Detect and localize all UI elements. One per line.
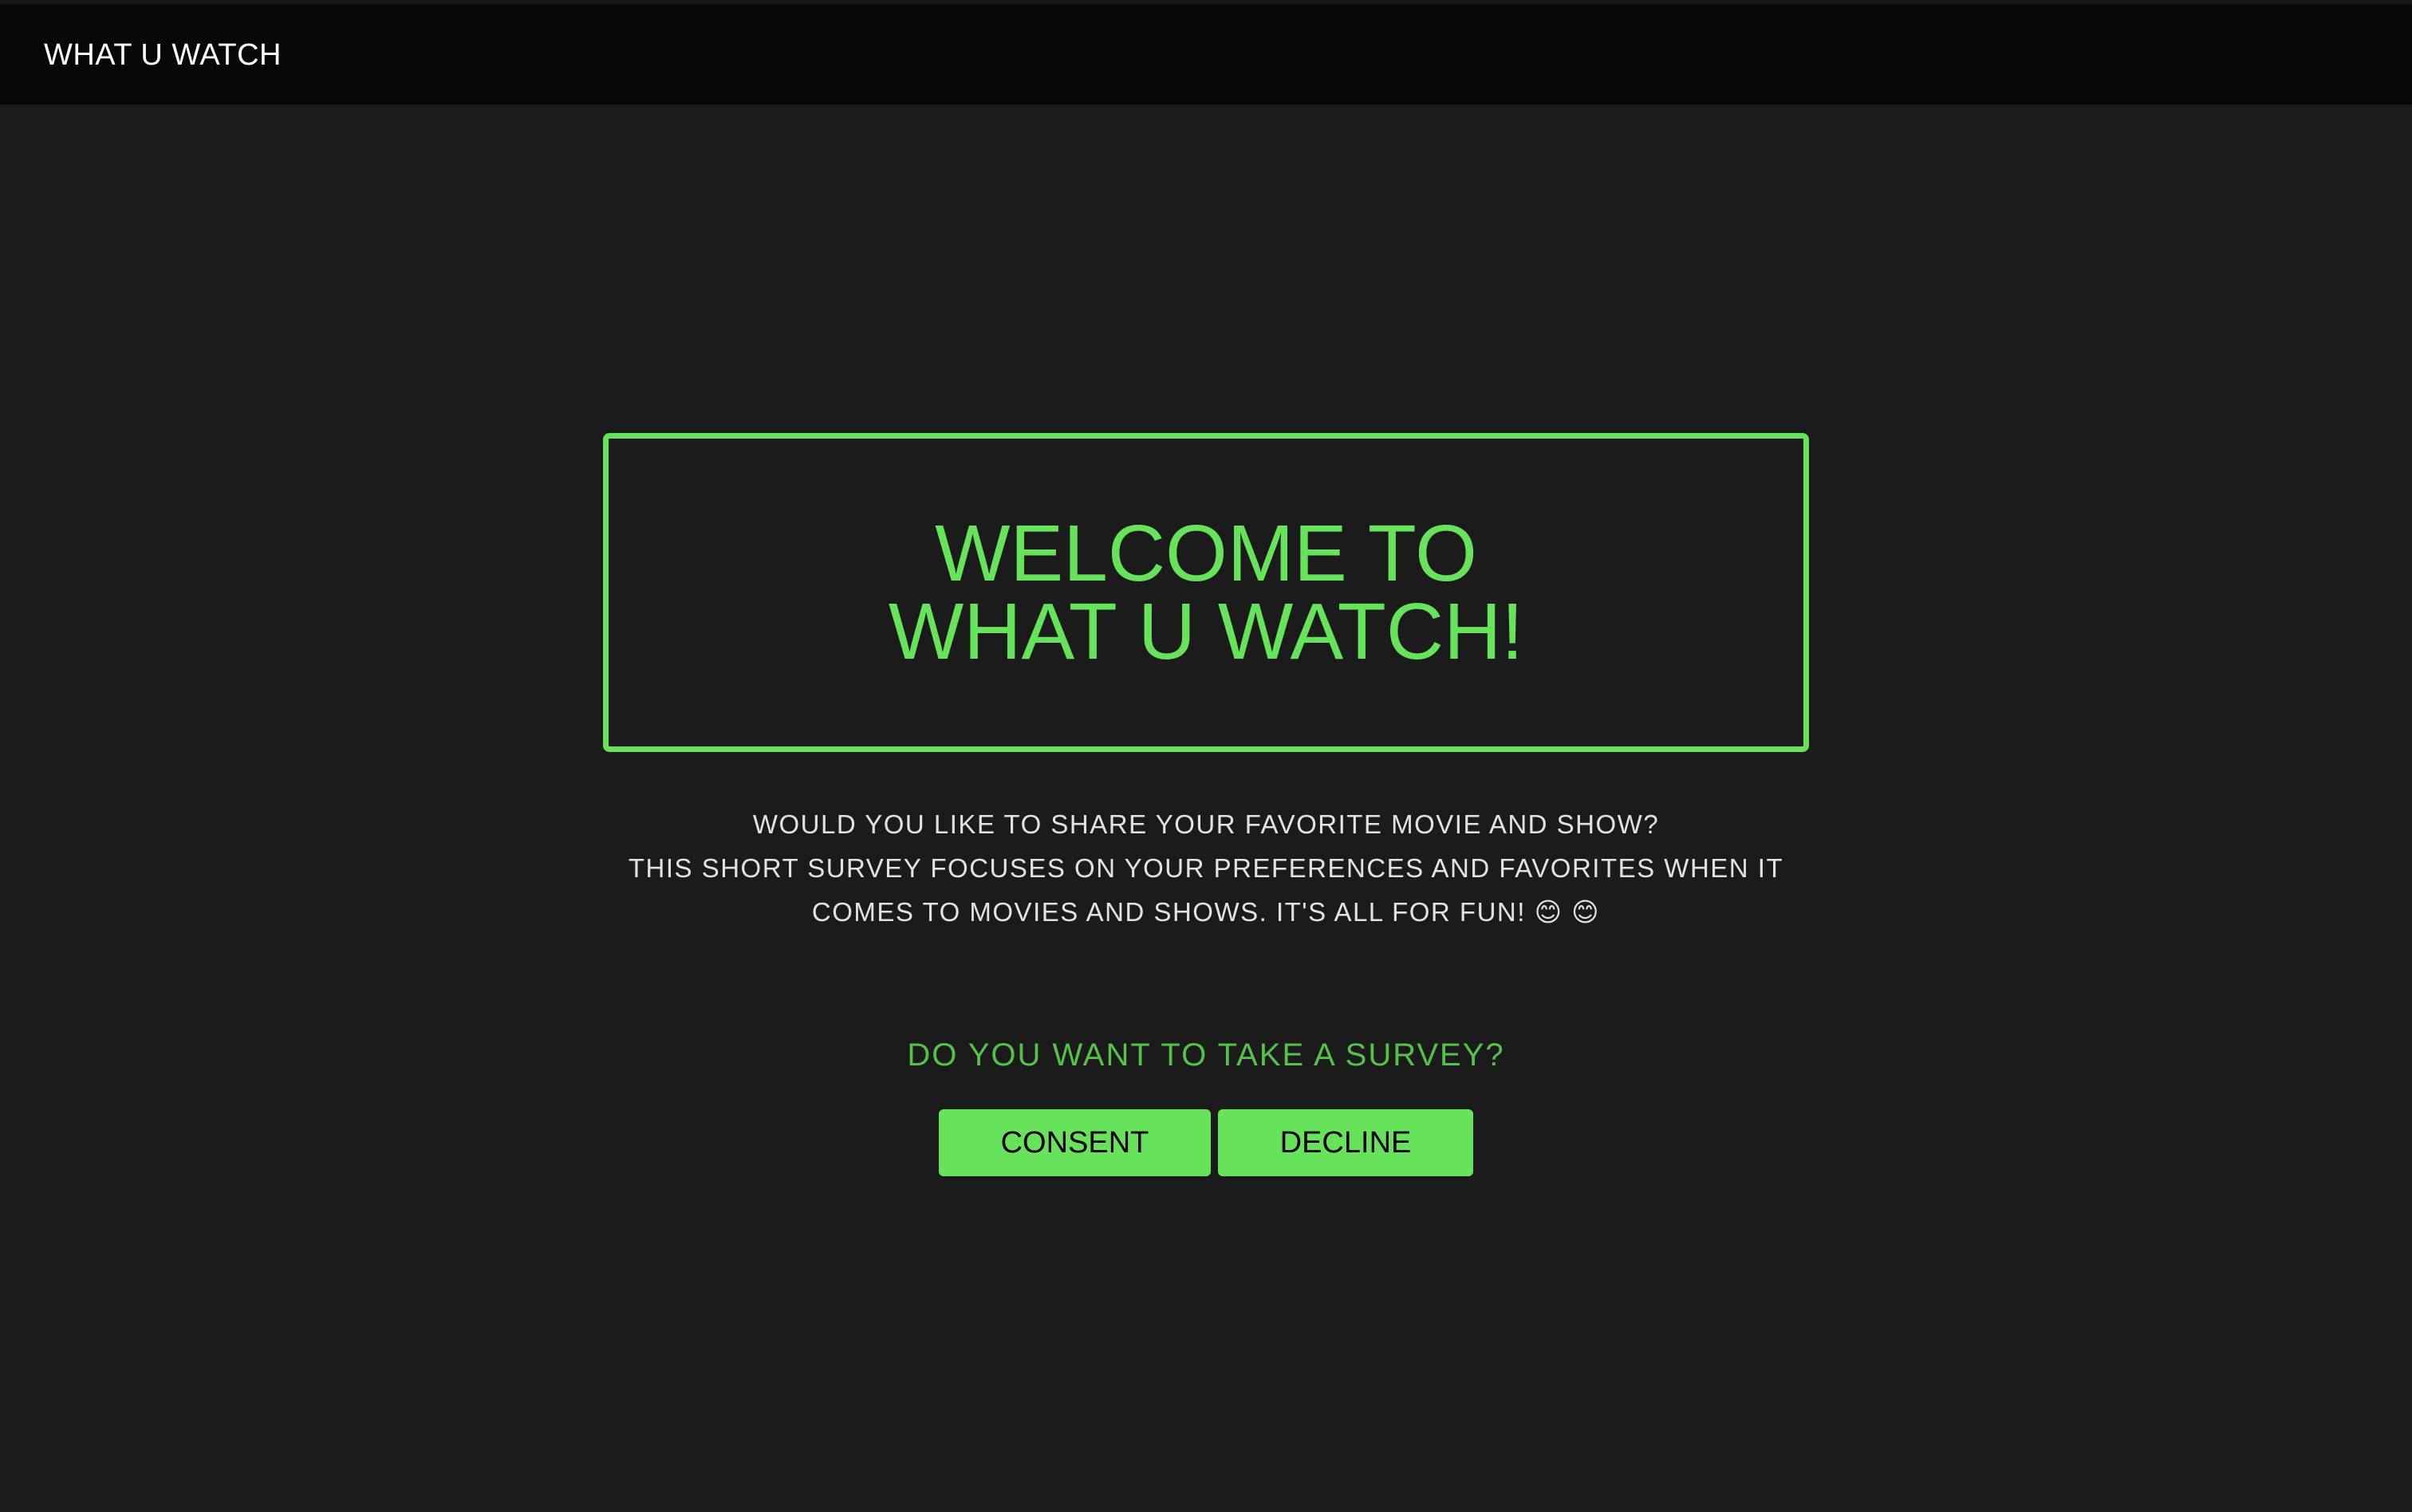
- consent-button[interactable]: CONSENT: [939, 1109, 1211, 1176]
- top-navbar: WHAT U WATCH: [0, 0, 2412, 104]
- survey-question: DO YOU WANT TO TAKE A SURVEY?: [907, 1038, 1505, 1073]
- welcome-heading-line-1: WELCOME TO: [935, 509, 1477, 598]
- welcome-banner: WELCOME TO WHAT U WATCH!: [603, 433, 1809, 752]
- description-line-2: THIS SHORT SURVEY FOCUSES ON YOUR PREFER…: [628, 853, 1784, 883]
- description-line-1: WOULD YOU LIKE TO SHARE YOUR FAVORITE MO…: [752, 809, 1660, 839]
- decline-button[interactable]: DECLINE: [1218, 1109, 1473, 1176]
- welcome-heading-line-2: WHAT U WATCH!: [888, 587, 1524, 676]
- survey-description: WOULD YOU LIKE TO SHARE YOUR FAVORITE MO…: [603, 802, 1809, 934]
- brand-title[interactable]: WHAT U WATCH: [44, 37, 282, 73]
- description-line-3: COMES TO MOVIES AND SHOWS. IT'S ALL FOR …: [811, 897, 1601, 927]
